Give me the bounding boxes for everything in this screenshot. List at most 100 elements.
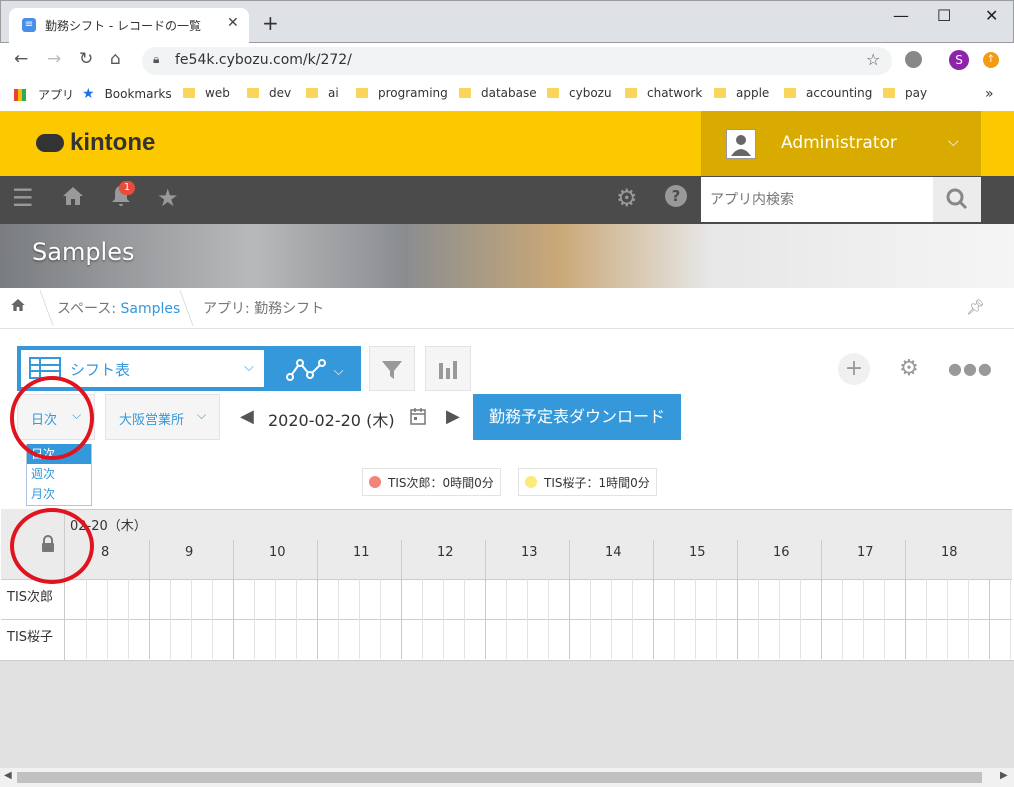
time-cell-divider [737, 619, 738, 659]
breadcrumb-space-link[interactable]: Samples [121, 301, 181, 317]
logo-text: kintone [70, 129, 156, 156]
time-cell-divider [611, 619, 612, 659]
forward-icon[interactable]: → [47, 49, 61, 69]
bookmark-folder-programing[interactable]: programing [356, 86, 448, 100]
time-cell-divider [611, 579, 612, 619]
view-selector-label[interactable]: シフト表 [70, 359, 130, 380]
time-cell-divider [842, 579, 843, 619]
time-cell-divider [716, 579, 717, 619]
chevron-down-icon[interactable]: ⌵ [197, 408, 206, 423]
close-window-icon[interactable]: ✕ [985, 6, 998, 25]
time-cell-divider [401, 619, 402, 659]
scroll-right-arrow-icon[interactable]: ▶ [1000, 770, 1008, 781]
hour-label: 9 [185, 545, 194, 560]
bookmark-label: ai [328, 86, 339, 100]
chevron-down-icon[interactable]: ⌵ [244, 360, 254, 375]
help-icon[interactable]: ? [664, 184, 688, 214]
chevron-down-icon: ⌵ [333, 364, 344, 379]
legend-item: TIS桜子：1時間0分 [518, 468, 657, 496]
bookmark-folder-apple[interactable]: apple [714, 86, 769, 100]
bookmark-folder-accounting[interactable]: accounting [784, 86, 872, 100]
bookmark-folder-web[interactable]: web [183, 86, 230, 100]
chrome-update-icon[interactable]: ↑ [983, 52, 999, 68]
time-cell-divider [359, 619, 360, 659]
bookmark-bookmarks[interactable]: ★ Bookmarks [82, 86, 172, 102]
more-bookmarks-chevron-icon[interactable]: » [985, 86, 994, 102]
new-tab-icon[interactable]: + [262, 11, 279, 35]
time-cell-divider [149, 619, 150, 659]
legend-item: TIS次郎：0時間0分 [362, 468, 501, 496]
app-search-input[interactable] [701, 177, 933, 222]
scroll-left-arrow-icon[interactable]: ◀ [4, 770, 12, 781]
time-cell-divider [317, 579, 318, 619]
bookmark-apps[interactable]: アプリ [14, 86, 74, 103]
next-day-icon[interactable]: ▶ [446, 406, 460, 427]
time-cell-divider [254, 619, 255, 659]
time-cell-divider [464, 619, 465, 659]
extension-icon[interactable] [905, 51, 922, 68]
time-cell-divider [737, 579, 738, 619]
browser-tab[interactable]: ≡ 勤務シフト - レコードの一覧 ✕ [9, 8, 249, 43]
time-cell-divider [485, 579, 486, 619]
time-cell-divider [569, 619, 570, 659]
breadcrumb-space-prefix: スペース: [57, 301, 121, 317]
bookmark-folder-dev[interactable]: dev [247, 86, 291, 100]
bookmark-star-icon[interactable]: ☆ [866, 50, 880, 69]
search-icon[interactable] [933, 177, 981, 222]
kintone-logo[interactable]: kintone [36, 129, 155, 157]
more-options-icon[interactable]: ●●● [948, 353, 992, 385]
home-icon[interactable]: ⌂ [110, 49, 121, 69]
hour-label: 18 [941, 545, 958, 560]
hour-divider [905, 540, 906, 579]
scrollbar-thumb[interactable] [17, 772, 982, 783]
user-avatar-icon[interactable] [726, 129, 756, 159]
app-settings-gear-icon[interactable]: ⚙ [893, 353, 925, 385]
graph-button[interactable] [425, 346, 471, 391]
user-name[interactable]: Administrator [781, 133, 897, 153]
favorites-star-icon[interactable]: ★ [157, 184, 179, 212]
portal-home-icon[interactable] [61, 184, 85, 214]
hour-label: 10 [269, 545, 286, 560]
filter-button[interactable] [369, 346, 415, 391]
hour-divider [485, 540, 486, 579]
maximize-window-icon[interactable]: ☐ [937, 6, 951, 25]
folder-icon [306, 88, 318, 98]
url-text[interactable]: fe54k.cybozu.com/k/272/ [175, 52, 352, 68]
time-cell-divider [632, 619, 633, 659]
settings-gear-icon[interactable]: ⚙ [616, 184, 638, 212]
minimize-window-icon[interactable]: — [893, 6, 909, 25]
menu-hamburger-icon[interactable]: ☰ [12, 184, 34, 212]
breadcrumb-home-icon[interactable] [10, 297, 26, 317]
pin-icon[interactable]: 📌︎ [966, 298, 985, 316]
graph-menu-button[interactable]: ⌵ [268, 346, 361, 391]
close-tab-icon[interactable]: ✕ [227, 15, 239, 31]
profile-avatar[interactable]: S [949, 50, 969, 70]
time-cell-divider [338, 619, 339, 659]
period-option-weekly[interactable]: 週次 [27, 464, 91, 484]
time-cell-divider [275, 579, 276, 619]
time-cell-divider [905, 619, 906, 659]
time-cell-divider [170, 619, 171, 659]
previous-day-icon[interactable]: ◀ [240, 406, 254, 427]
period-option-monthly[interactable]: 月次 [27, 484, 91, 504]
back-icon[interactable]: ← [14, 49, 28, 69]
download-schedule-button[interactable]: 勤務予定表ダウンロード [473, 394, 681, 440]
bookmark-label: cybozu [569, 86, 612, 100]
bookmark-folder-database[interactable]: database [459, 86, 537, 100]
calendar-icon[interactable] [410, 407, 426, 429]
time-cell-divider [275, 619, 276, 659]
time-cell-divider [758, 619, 759, 659]
bookmark-folder-pay[interactable]: pay [883, 86, 927, 100]
reload-icon[interactable]: ↻ [79, 49, 93, 69]
bookmark-folder-cybozu[interactable]: cybozu [547, 86, 612, 100]
bookmark-folder-ai[interactable]: ai [306, 86, 339, 100]
time-cell-divider [233, 619, 234, 659]
lock-icon[interactable]: 🔒︎ [153, 52, 159, 67]
folder-icon [714, 88, 726, 98]
office-select-value[interactable]: 大阪営業所 [119, 409, 184, 428]
chevron-down-icon[interactable]: ⌵ [948, 134, 959, 150]
add-record-button[interactable]: + [838, 353, 870, 385]
time-cell-divider [968, 579, 969, 619]
legend-label: TIS次郎：0時間0分 [388, 475, 494, 490]
bookmark-folder-chatwork[interactable]: chatwork [625, 86, 702, 100]
